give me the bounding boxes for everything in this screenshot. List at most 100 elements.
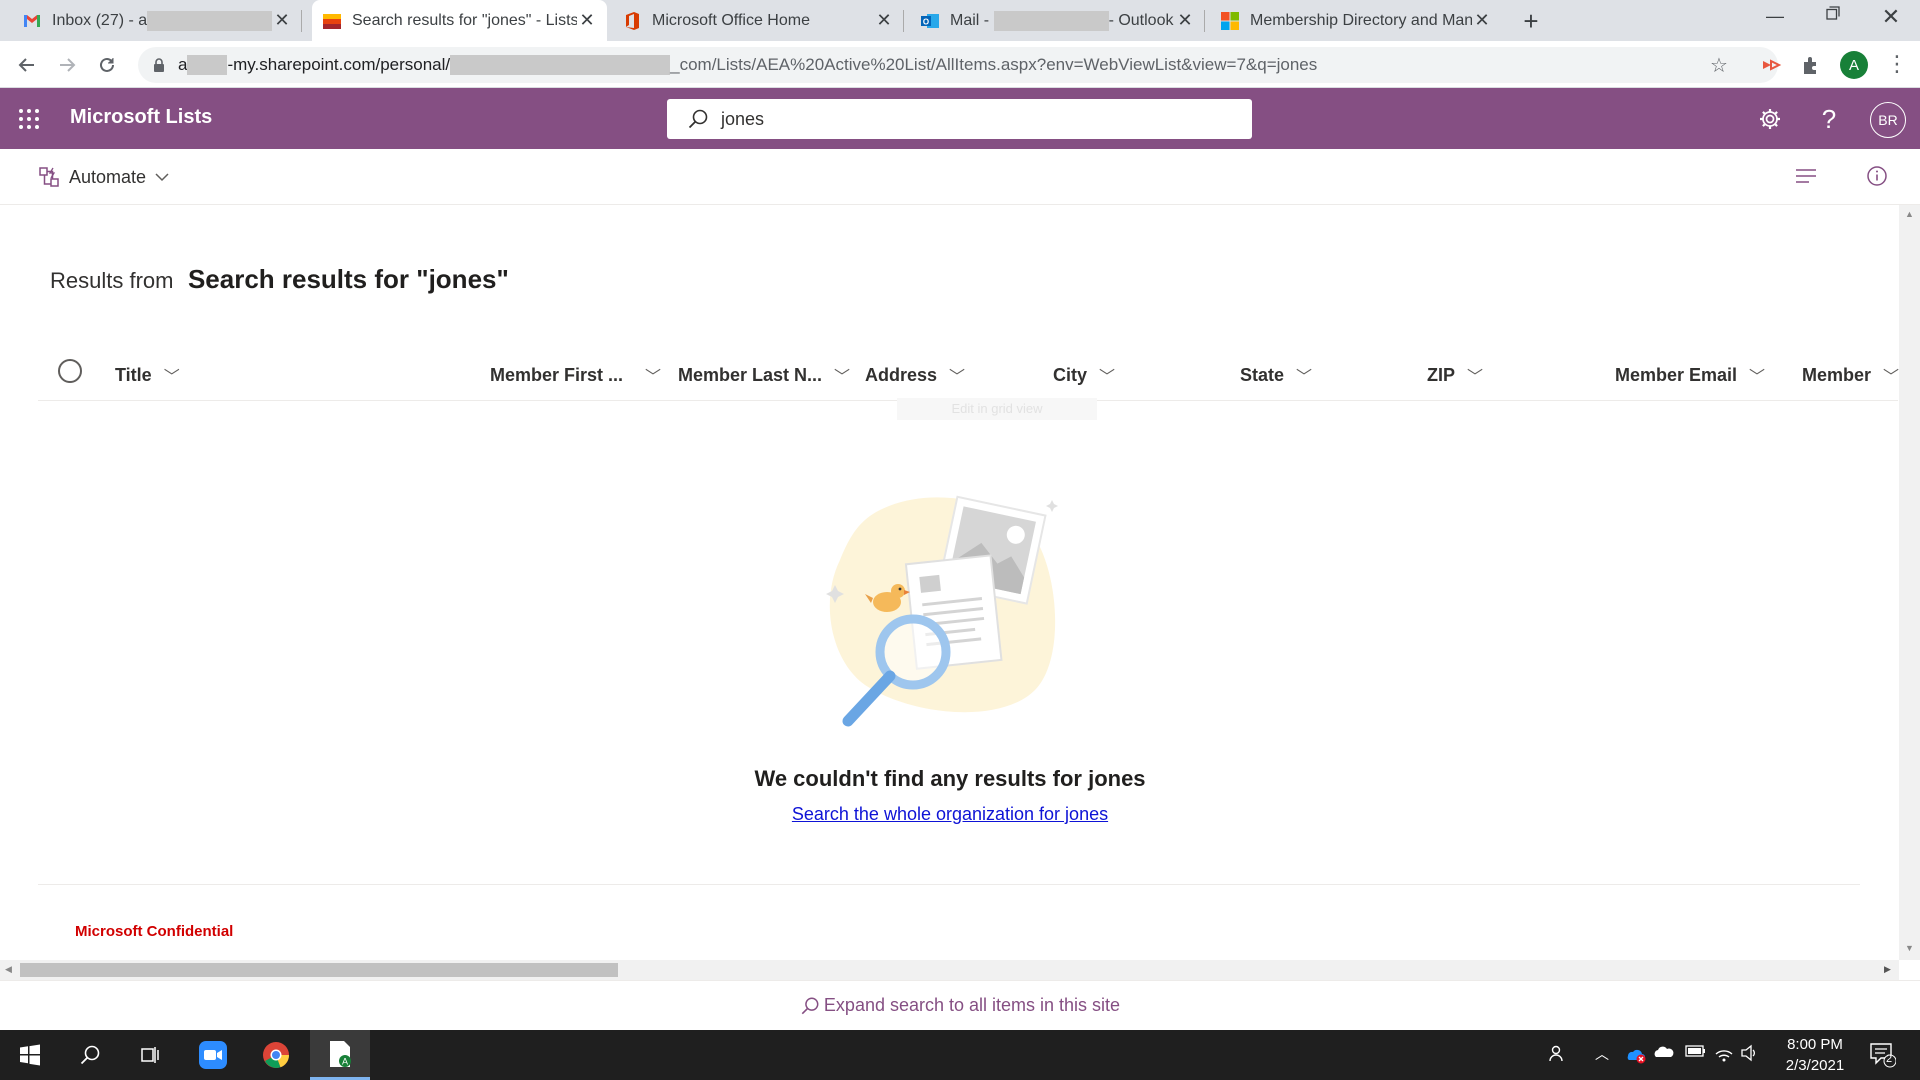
column-header-address[interactable]: Address ﹀ [865, 363, 965, 387]
close-tab-icon[interactable]: ✕ [1472, 10, 1492, 31]
redacted-text [147, 10, 272, 31]
chrome-profile-app-button[interactable]: A [310, 1030, 370, 1080]
search-icon [80, 1045, 100, 1065]
reload-icon [100, 57, 114, 72]
wifi-icon[interactable] [1714, 1044, 1734, 1067]
chrome-app-button[interactable] [246, 1030, 306, 1080]
profile-avatar[interactable]: A [1840, 51, 1868, 79]
column-header-zip[interactable]: ZIP ﹀ [1427, 363, 1483, 387]
chevron-down-icon: ﹀ [645, 369, 662, 386]
tab-title: Inbox (27) - a [52, 11, 148, 29]
notification-center-icon[interactable]: 2 [1868, 1040, 1897, 1073]
info-icon[interactable] [1866, 165, 1888, 192]
chevron-down-icon: ﹀ [1883, 369, 1900, 386]
people-icon[interactable] [1548, 1044, 1568, 1069]
tab-office-home[interactable]: Microsoft Office Home ✕ [612, 0, 904, 41]
close-tab-icon[interactable]: ✕ [272, 10, 292, 31]
close-tab-icon[interactable]: ✕ [577, 10, 597, 31]
app-title[interactable]: Microsoft Lists [70, 106, 212, 129]
results-title: Search results for "jones" [187, 264, 509, 294]
restore-window-button[interactable] [1818, 6, 1848, 34]
notification-count: 2 [1886, 1053, 1893, 1065]
bookmark-star-icon[interactable]: ☆ [1710, 53, 1728, 78]
battery-icon[interactable] [1685, 1044, 1707, 1063]
forward-button[interactable] [52, 50, 82, 80]
arrow-left-icon [18, 58, 34, 72]
onedrive-error-icon[interactable] [1625, 1044, 1647, 1069]
task-view-button[interactable] [120, 1030, 180, 1080]
document-app-icon: A [330, 1040, 351, 1067]
column-header-member-email[interactable]: Member Email ﹀ [1615, 363, 1765, 387]
tab-search-results-lists[interactable]: Search results for "jones" - Lists ✕ [312, 0, 607, 41]
redacted-text [187, 55, 228, 75]
search-organization-link[interactable]: Search the whole organization for jones [792, 804, 1108, 824]
search-input[interactable]: jones [667, 99, 1252, 139]
scroll-right-arrow-icon[interactable]: ▶ [1884, 964, 1891, 975]
svg-text:O: O [923, 17, 929, 26]
app-launcher-waffle-icon[interactable] [18, 108, 40, 135]
windows-logo-icon [20, 1044, 40, 1066]
settings-gear-icon[interactable] [1754, 103, 1786, 135]
reload-button[interactable] [92, 50, 122, 80]
task-view-icon [141, 1047, 159, 1063]
zoom-icon [199, 1041, 227, 1069]
column-header-state[interactable]: State ﹀ [1240, 363, 1312, 387]
outlook-icon: O [921, 13, 939, 28]
expand-search-label: Expand search to all items in this site [823, 995, 1121, 1015]
help-question-icon[interactable]: ? [1813, 103, 1845, 135]
zoom-app-button[interactable] [183, 1030, 243, 1080]
extension-cast-icon[interactable] [1760, 54, 1782, 81]
column-header-title[interactable]: Title ﹀ [115, 363, 180, 387]
column-header-member-first[interactable]: Member First ... ﹀ [490, 363, 661, 387]
column-header-member-last[interactable]: Member Last N... ﹀ [678, 363, 850, 387]
list-column-header: Title ﹀ Member First ... ﹀ Member Last N..… [38, 351, 1899, 401]
back-button[interactable] [12, 50, 42, 80]
chevron-down-icon: ﹀ [1296, 369, 1313, 386]
taskbar-clock[interactable]: 8:00 PM 2/3/2021 [1760, 1034, 1870, 1076]
microsoft-icon [1221, 11, 1239, 30]
chevron-down-icon: ﹀ [949, 369, 966, 386]
empty-search-illustration [826, 495, 1058, 727]
tab-membership-directory[interactable]: Membership Directory and Mana ✕ [1210, 0, 1502, 41]
search-icon [688, 109, 708, 129]
column-header-city[interactable]: City ﹀ [1053, 363, 1115, 387]
address-bar[interactable]: a -my.sharepoint.com/personal/ _com/Lists/… [138, 47, 1778, 83]
chevron-down-icon: ﹀ [1467, 369, 1484, 386]
horizontal-scroll-thumb[interactable] [20, 963, 618, 977]
scroll-down-arrow-icon[interactable]: ▼ [1905, 943, 1914, 953]
url-path: _com/Lists/AEA%20Active%20List/AllItems.… [670, 55, 1318, 74]
volume-icon[interactable] [1740, 1044, 1758, 1067]
view-options-icon[interactable] [1795, 167, 1817, 190]
scroll-up-arrow-icon[interactable]: ▲ [1905, 209, 1914, 219]
close-window-button[interactable]: ✕ [1876, 4, 1906, 32]
close-tab-icon[interactable]: ✕ [1175, 10, 1195, 31]
select-all-checkbox[interactable] [58, 359, 82, 383]
browser-menu-icon[interactable]: ⋮ [1886, 51, 1908, 77]
ghost-tooltip: Edit in grid view [897, 398, 1097, 420]
horizontal-scrollbar[interactable]: ◀ ▶ [0, 960, 1899, 980]
extensions-puzzle-icon[interactable] [1800, 54, 1822, 81]
onedrive-cloud-icon[interactable] [1653, 1044, 1675, 1065]
tab-outlook-mail[interactable]: O Mail - - Outlook ✕ [910, 0, 1205, 41]
chevron-down-icon: ﹀ [163, 369, 180, 386]
chevron-up-icon[interactable]: ︿ [1595, 1044, 1609, 1064]
chrome-icon [263, 1042, 290, 1068]
new-tab-button[interactable]: + [1517, 8, 1545, 36]
automate-button[interactable]: Automate [38, 163, 169, 191]
vertical-scrollbar[interactable]: ▲ ▼ [1899, 205, 1920, 960]
windows-start-button[interactable] [0, 1030, 60, 1080]
search-taskbar-button[interactable] [60, 1030, 120, 1080]
tab-gmail[interactable]: Inbox (27) - a ✕ [12, 0, 302, 41]
redacted-text [450, 55, 671, 75]
minimize-window-button[interactable]: — [1760, 6, 1790, 34]
redacted-text [993, 10, 1109, 31]
column-header-member[interactable]: Member ﹀ [1802, 363, 1899, 387]
automate-flow-icon [39, 167, 59, 187]
user-avatar[interactable]: BR [1870, 102, 1906, 138]
chevron-down-icon [155, 173, 169, 182]
confidential-label: Microsoft Confidential [75, 923, 234, 940]
expand-search-button[interactable]: Expand search to all items in this site [0, 980, 1920, 1030]
tab-title: Membership Directory and Mana [1250, 11, 1472, 29]
close-tab-icon[interactable]: ✕ [874, 10, 894, 31]
scroll-left-arrow-icon[interactable]: ◀ [5, 964, 12, 975]
